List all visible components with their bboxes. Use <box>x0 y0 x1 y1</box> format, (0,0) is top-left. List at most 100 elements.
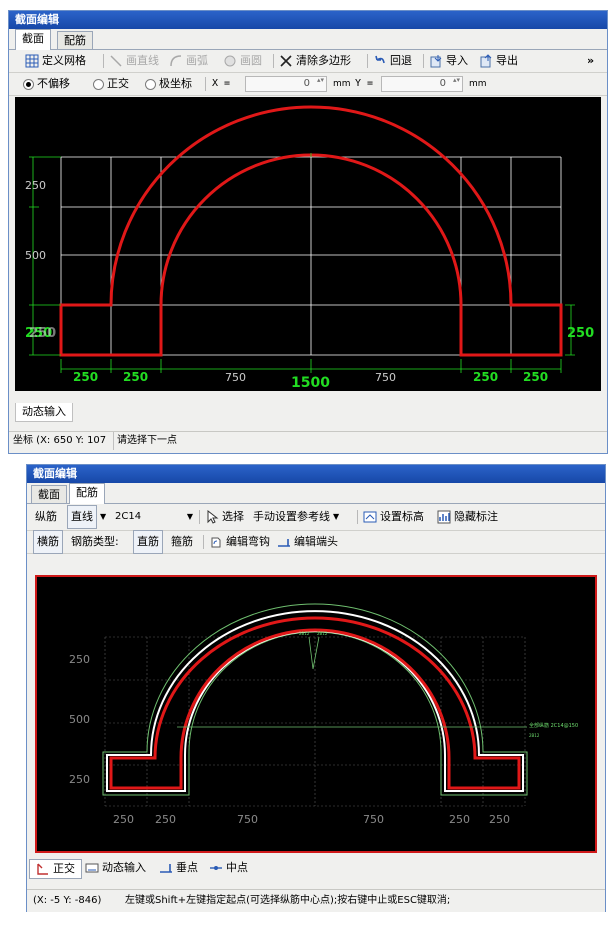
section-canvas[interactable]: 250 500 250 250 250 250 250 750 750 250 … <box>15 97 601 391</box>
draw-line-button[interactable]: 画直线 <box>109 50 159 72</box>
manual-ref-dropdown[interactable]: 手动设置参考线 ▼ <box>253 504 339 530</box>
hook-icon <box>211 537 221 548</box>
dim-left-overlap: 250 <box>29 326 56 341</box>
status-coords: 坐标 (X: 650 Y: 107 <box>9 432 114 450</box>
radio-orthogonal[interactable]: 正交 <box>93 73 129 95</box>
tab-rebar[interactable]: 配筋 <box>69 483 105 504</box>
x-field-label: X = <box>212 78 231 89</box>
manual-ref-label: 手动设置参考线 <box>253 510 330 523</box>
draw-circle-button[interactable]: 画圆 <box>223 50 262 72</box>
elevation-icon <box>363 511 377 523</box>
radio-polar[interactable]: 极坐标 <box>145 73 192 95</box>
perpendicular-icon <box>160 864 172 873</box>
x-unit: mm <box>333 79 351 89</box>
radio-no-offset-dot <box>23 78 34 90</box>
edit-hook-button[interactable]: 编辑弯钩 <box>209 531 270 553</box>
rebar-toolbar-2: 横筋 钢筋类型: 直筋 箍筋 编辑弯钩 编辑端头 <box>27 530 605 554</box>
import-label: 导入 <box>446 54 468 67</box>
grid-lines <box>60 156 562 356</box>
annot-2: 2B12 <box>317 631 328 636</box>
y-input[interactable]: 0 <box>381 76 463 92</box>
dim-bottom-3: 750 <box>237 813 258 826</box>
annot-1: 2B12 <box>299 631 310 636</box>
bar-spec-value: 2C14 <box>115 511 142 522</box>
dynamic-input-button[interactable]: 动态输入 <box>79 859 152 877</box>
midpoint-icon <box>210 866 222 870</box>
mid-button[interactable]: 中点 <box>203 859 254 877</box>
edit-hook-label: 编辑弯钩 <box>226 535 270 548</box>
export-icon <box>480 54 492 68</box>
circle-icon <box>224 55 236 67</box>
window-title: 截面编辑 <box>27 465 605 483</box>
draw-line-label: 画直线 <box>126 54 159 67</box>
line-mode-value: 直线 <box>67 505 97 529</box>
grid-lines <box>104 636 526 807</box>
draw-arc-label: 画弧 <box>186 54 208 67</box>
dim-left-bottom: 250 <box>69 773 90 786</box>
draw-toolbar: 定义网格 画直线 画弧 画圆 清除多边形 回退 导入 导出 » <box>9 50 607 73</box>
draw-arc-button[interactable]: 画弧 <box>169 50 208 72</box>
export-label: 导出 <box>496 54 518 67</box>
select-label: 选择 <box>222 510 244 523</box>
stirrup-button[interactable]: 箍筋 <box>171 531 193 553</box>
define-grid-label: 定义网格 <box>42 54 86 67</box>
line-mode-dropdown[interactable]: 直线 ▼ <box>67 504 106 530</box>
tab-strip: 截面 配筋 <box>9 29 607 50</box>
dim-right: 250 <box>567 326 594 341</box>
section-editor-window-top: 截面编辑 截面 配筋 定义网格 画直线 画弧 画圆 清除多边形 回退 导入 导出… <box>8 10 608 454</box>
tab-rebar[interactable]: 配筋 <box>57 31 93 49</box>
edit-end-label: 编辑端头 <box>294 535 338 548</box>
line-icon <box>110 55 122 67</box>
clear-polygon-label: 清除多边形 <box>296 54 351 67</box>
perp-button[interactable]: 垂点 <box>153 859 204 877</box>
set-elevation-button[interactable]: 设置标高 <box>363 504 424 530</box>
transverse-label: 横筋 <box>33 530 63 554</box>
transverse-bar-button[interactable]: 横筋 <box>33 530 63 554</box>
dim-bottom-1: 250 <box>73 370 98 384</box>
rebar-drawing: 250 500 250 250 250 750 750 250 250 2B12… <box>69 603 578 826</box>
chevron-down-icon: ▼ <box>333 512 340 521</box>
undo-icon <box>375 55 385 64</box>
tab-section[interactable]: 截面 <box>15 29 51 50</box>
dim-bottom-6: 250 <box>489 813 510 826</box>
undo-button[interactable]: 回退 <box>373 50 412 72</box>
define-grid-button[interactable]: 定义网格 <box>25 50 86 72</box>
radio-no-offset[interactable]: 不偏移 <box>23 73 70 95</box>
export-button[interactable]: 导出 <box>479 50 518 72</box>
tab-dynamic-input[interactable]: 动态输入 <box>15 403 73 422</box>
bar-spec-dropdown[interactable]: 2C14 ▼ <box>115 504 193 530</box>
status-bar: 坐标 (X: 650 Y: 107 请选择下一点 <box>9 431 607 450</box>
dim-bottom-5: 250 <box>449 813 470 826</box>
section-editor-window-bottom: 截面编辑 截面 配筋 纵筋 直线 ▼ 2C14 ▼ 选择 手动设置参考线 ▼ 设… <box>26 464 606 912</box>
select-button[interactable]: 选择 <box>205 504 244 530</box>
clear-polygon-button[interactable]: 清除多边形 <box>279 50 351 72</box>
top-bottom-tabs: 动态输入 <box>9 401 607 423</box>
dim-bottom-5: 250 <box>473 370 498 384</box>
perp-label: 垂点 <box>176 861 198 874</box>
close-x-icon <box>280 55 292 67</box>
toolbar-overflow-button[interactable]: » <box>587 50 594 72</box>
annot-3: 2B12 <box>529 733 540 738</box>
radio-no-offset-label: 不偏移 <box>37 77 70 90</box>
section-drawing: 250 500 250 250 250 250 250 750 750 250 … <box>25 105 594 391</box>
dim-left-top: 250 <box>69 653 90 666</box>
hide-label-button[interactable]: 隐藏标注 <box>437 504 498 530</box>
status-prompt: 请选择下一点 <box>117 435 177 446</box>
rebar-annotations: 2B12 2B12 2B12 全部纵筋 2C14@150 <box>299 631 578 738</box>
draw-circle-label: 画圆 <box>240 54 262 67</box>
mid-label: 中点 <box>226 861 248 874</box>
x-input[interactable]: 0 <box>245 76 327 92</box>
tab-section[interactable]: 截面 <box>31 485 67 503</box>
status-coords: (X: -5 Y: -846) <box>33 895 102 906</box>
dynamic-input-icon <box>85 863 99 873</box>
rebar-canvas[interactable]: 250 500 250 250 250 750 750 250 250 2B12… <box>35 575 597 853</box>
set-elevation-label: 设置标高 <box>380 510 424 523</box>
straight-bar-button[interactable]: 直筋 <box>133 530 163 554</box>
cursor-icon <box>207 510 219 524</box>
import-button[interactable]: 导入 <box>429 50 468 72</box>
y-unit: mm <box>469 79 487 89</box>
chart-icon <box>437 510 451 524</box>
ortho-button[interactable]: 正交 <box>29 859 82 879</box>
dim-left-top: 250 <box>25 179 46 192</box>
edit-end-button[interactable]: 编辑端头 <box>277 531 338 553</box>
